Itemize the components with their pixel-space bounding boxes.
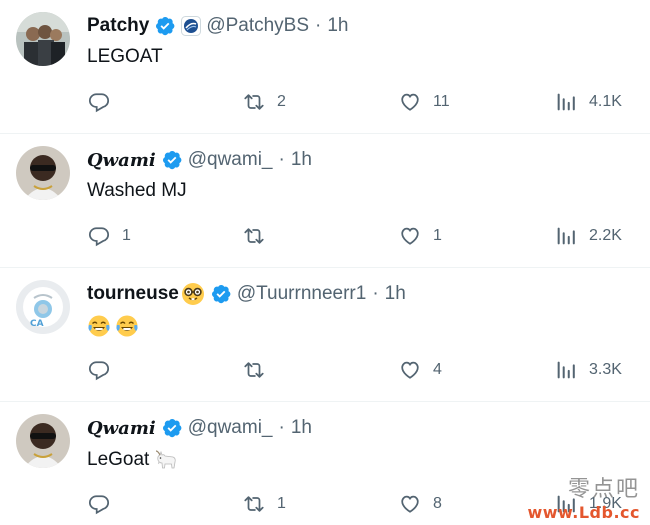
reply-icon: [88, 225, 110, 247]
views-button[interactable]: 2.2K: [555, 224, 622, 248]
user-handle[interactable]: @Tuurrnneerr1: [237, 283, 366, 305]
avatar[interactable]: [16, 414, 70, 468]
retweet-count: 1: [277, 495, 286, 512]
tweet[interactable]: CA tourneuse @Tuurrnneerr1 · 1h 4 3.3K: [0, 268, 650, 402]
timestamp[interactable]: 1h: [291, 149, 312, 171]
user-handle[interactable]: @qwami_: [188, 417, 273, 439]
heart-icon: [399, 493, 421, 515]
verified-badge-icon: [161, 149, 183, 171]
watermark: 零点吧 www.Ldb.cc: [527, 471, 640, 522]
verified-badge-icon: [154, 15, 176, 37]
reply-button[interactable]: [88, 492, 122, 516]
reply-button[interactable]: [88, 358, 122, 382]
retweet-count: 2: [277, 93, 286, 110]
tweet-text-content: LEGOAT: [87, 46, 163, 67]
timestamp[interactable]: 1h: [291, 417, 312, 439]
watermark-url: www.Ldb.cc: [527, 503, 640, 522]
retweet-button[interactable]: [243, 224, 277, 248]
tweet-header: Patchy @PatchyBS · 1h: [87, 13, 349, 39]
views-chart-icon: [555, 359, 577, 381]
like-button[interactable]: 11: [399, 90, 450, 114]
tears-of-joy-emoji-icon: [87, 314, 111, 338]
view-count: 4.1K: [589, 93, 622, 110]
reply-icon: [88, 91, 110, 113]
reply-icon: [88, 359, 110, 381]
retweet-icon: [243, 225, 265, 247]
action-bar: 2 11 4.1K: [0, 90, 650, 114]
view-count: 3.3K: [589, 361, 622, 378]
separator-dot: ·: [315, 15, 322, 36]
like-button[interactable]: 8: [399, 492, 442, 516]
reply-button[interactable]: [88, 90, 122, 114]
views-chart-icon: [555, 91, 577, 113]
heart-icon: [399, 225, 421, 247]
like-count: 8: [433, 495, 442, 512]
like-count: 1: [433, 227, 442, 244]
display-name[interactable]: tourneuse: [87, 283, 179, 305]
tweet-text: LEGOAT: [87, 46, 163, 68]
reply-icon: [88, 493, 110, 515]
reply-button[interactable]: 1: [88, 224, 131, 248]
display-name[interactable]: Qwami: [87, 418, 156, 439]
tears-of-joy-emoji-icon: [115, 314, 139, 338]
heart-icon: [399, 359, 421, 381]
separator-dot: ·: [278, 149, 285, 170]
action-bar: 4 3.3K: [0, 358, 650, 382]
affiliation-badge-icon[interactable]: [181, 16, 202, 36]
tweet[interactable]: Patchy @PatchyBS · 1h LEGOAT 2 11 4.1K: [0, 0, 650, 134]
like-count: 4: [433, 361, 442, 378]
user-handle[interactable]: @PatchyBS: [206, 15, 309, 37]
timestamp[interactable]: 1h: [327, 15, 348, 37]
avatar[interactable]: [16, 12, 70, 66]
retweet-icon: [243, 91, 265, 113]
views-chart-icon: [555, 225, 577, 247]
like-button[interactable]: 4: [399, 358, 442, 382]
svg-text:CA: CA: [30, 319, 44, 329]
views-button[interactable]: 3.3K: [555, 358, 622, 382]
retweet-icon: [243, 359, 265, 381]
like-count: 11: [433, 93, 450, 110]
watermark-chinese-text: 零点吧: [567, 477, 640, 502]
view-count: 2.2K: [589, 227, 622, 244]
display-name[interactable]: Patchy: [87, 15, 149, 37]
tweet-text: LeGoat: [87, 448, 179, 472]
avatar[interactable]: CA: [16, 280, 70, 334]
tweet-header: tourneuse @Tuurrnneerr1 · 1h: [87, 281, 406, 307]
avatar[interactable]: [16, 146, 70, 200]
retweet-button[interactable]: 1: [243, 492, 286, 516]
separator-dot: ·: [372, 283, 379, 304]
action-bar: 1 1 2.2K: [0, 224, 650, 248]
heart-icon: [399, 91, 421, 113]
retweet-icon: [243, 493, 265, 515]
goat-emoji-icon: [153, 448, 179, 472]
like-button[interactable]: 1: [399, 224, 442, 248]
verified-badge-icon: [210, 283, 232, 305]
tweet-header: Qwami @qwami_ · 1h: [87, 415, 312, 441]
user-handle[interactable]: @qwami_: [188, 149, 273, 171]
views-button[interactable]: 4.1K: [555, 90, 622, 114]
timestamp[interactable]: 1h: [385, 283, 406, 305]
tweet-header: Qwami @qwami_ · 1h: [87, 147, 312, 173]
verified-badge-icon: [161, 417, 183, 439]
tweet[interactable]: Qwami @qwami_ · 1h Washed MJ 1 1 2.2K: [0, 134, 650, 268]
nerd-face-emoji-icon: [181, 282, 205, 306]
tweet-text-content: Washed MJ: [87, 180, 187, 201]
retweet-button[interactable]: [243, 358, 277, 382]
display-name[interactable]: Qwami: [87, 150, 156, 171]
tweet-text: Washed MJ: [87, 180, 187, 202]
retweet-button[interactable]: 2: [243, 90, 286, 114]
tweet-text: [87, 314, 143, 338]
tweet-text-content: LeGoat: [87, 449, 150, 470]
reply-count: 1: [122, 227, 131, 244]
separator-dot: ·: [278, 417, 285, 438]
